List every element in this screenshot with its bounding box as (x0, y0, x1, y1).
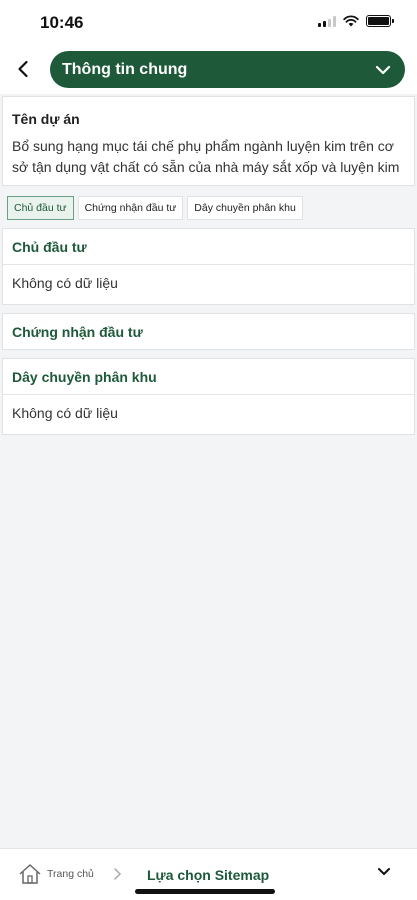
section-title: Chứng nhận đầu tư (12, 324, 143, 340)
wifi-icon (343, 15, 359, 27)
chevron-right-icon (114, 868, 122, 880)
section-tabs: Chủ đầu tư Chứng nhận đầu tư Dây chuyền … (0, 186, 417, 228)
battery-icon (366, 15, 394, 27)
sitemap-select-label[interactable]: Lựa chọn Sitemap (147, 867, 269, 883)
investment-certificate-section: Chứng nhận đầu tư (2, 313, 415, 350)
section-title: Chủ đầu tư (12, 239, 87, 255)
project-name-value: Bổ sung hạng mục tái chế phụ phẩm ngành … (12, 138, 400, 175)
chevron-down-icon[interactable] (377, 867, 391, 877)
status-time: 10:46 (40, 13, 84, 32)
home-link[interactable]: Trang chủ (18, 863, 94, 885)
tab-investor[interactable]: Chủ đầu tư (7, 196, 74, 220)
empty-state-text: Không có dữ liệu (3, 394, 414, 434)
chevron-left-icon (18, 60, 28, 78)
section-selector-dropdown[interactable]: Thông tin chung (50, 51, 405, 88)
section-title: Dây chuyền phân khu (12, 369, 157, 385)
home-label: Trang chủ (47, 868, 94, 880)
home-icon (19, 864, 41, 884)
header-title: Thông tin chung (62, 60, 188, 78)
chevron-down-icon (375, 65, 391, 74)
cellular-signal-icon (318, 15, 336, 27)
empty-state-text: Không có dữ liệu (3, 264, 414, 304)
main-content: Tên dự án Bổ sung hạng mục tái chế phụ p… (0, 96, 417, 435)
tab-investment-certificate[interactable]: Chứng nhận đầu tư (77, 196, 184, 220)
home-indicator (135, 889, 275, 894)
zone-line-section: Dây chuyền phân khu Không có dữ liệu (2, 358, 415, 435)
project-name-label: Tên dự án (12, 111, 80, 127)
header: Thông tin chung (0, 46, 417, 94)
status-bar: 10:46 (0, 0, 417, 46)
status-icons (318, 15, 394, 27)
investor-section: Chủ đầu tư Không có dữ liệu (2, 228, 415, 305)
project-name-card: Tên dự án Bổ sung hạng mục tái chế phụ p… (2, 96, 415, 186)
tab-zone-line[interactable]: Dây chuyền phân khu (187, 196, 303, 220)
back-button[interactable] (10, 56, 36, 82)
